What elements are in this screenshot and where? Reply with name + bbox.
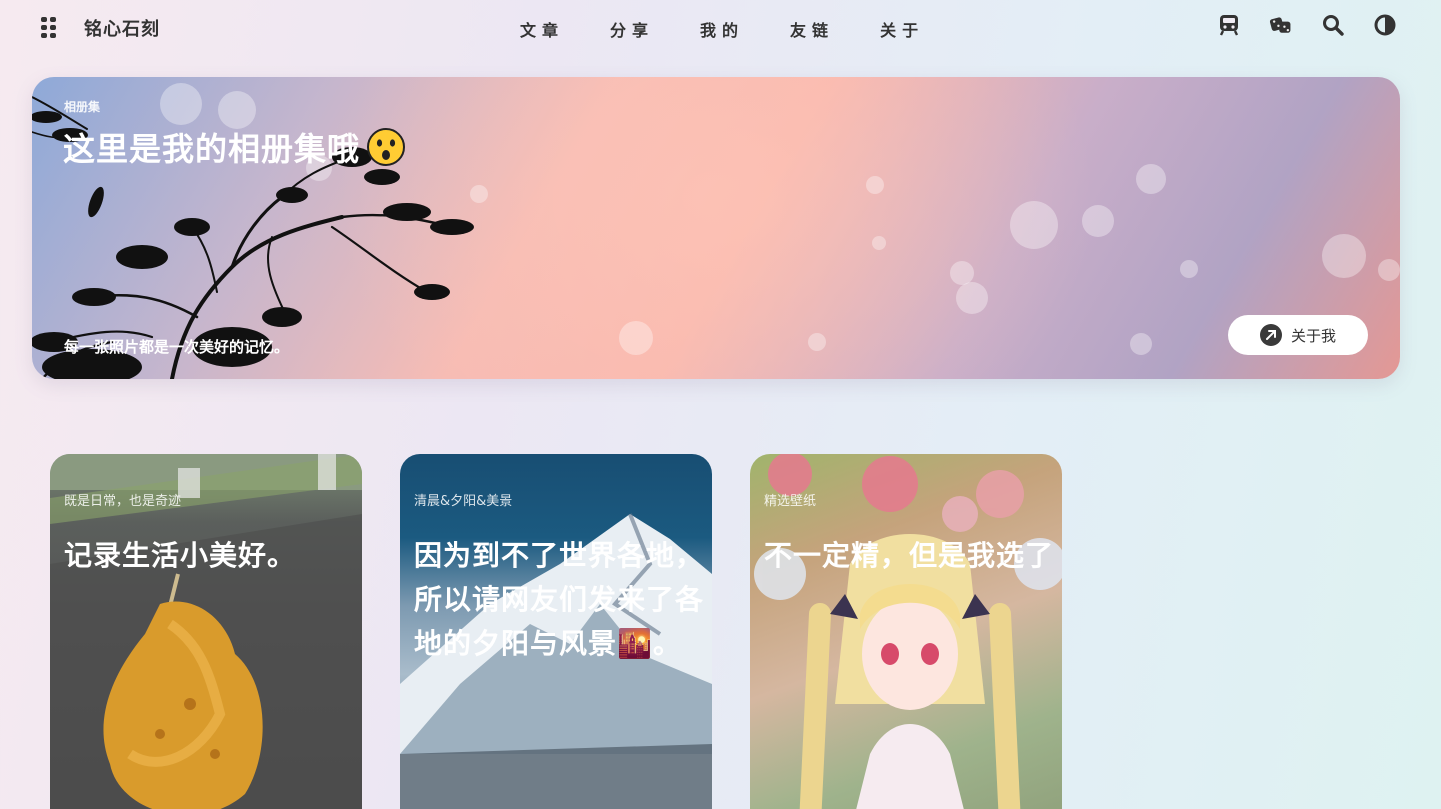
banner-tag: 相册集: [64, 100, 101, 114]
bokeh-decoration: [1322, 234, 1366, 278]
album-card-scenery[interactable]: 清晨&夕阳&美景 因为到不了世界各地，所以请网友们发来了各地的夕阳与风景🌇。: [400, 454, 712, 809]
card-title: 因为到不了世界各地，所以请网友们发来了各地的夕阳与风景🌇。: [414, 539, 705, 660]
app-menu-icon[interactable]: [41, 17, 56, 38]
nav-item-friends[interactable]: 友链: [790, 17, 834, 41]
astonished-face-emoji-icon: [366, 127, 406, 167]
bokeh-decoration: [956, 282, 988, 314]
bokeh-decoration: [866, 176, 884, 194]
bokeh-decoration: [808, 333, 826, 351]
album-banner: 相册集 这里是我的相册集哦 每一张照片都是一次美好的记忆。 关于我: [32, 77, 1400, 379]
arrow-up-right-icon: [1259, 324, 1282, 346]
bokeh-decoration: [1180, 260, 1198, 278]
card-tag: 精选壁纸: [764, 494, 817, 509]
about-me-button[interactable]: 关于我: [1228, 315, 1368, 355]
album-card-wallpaper[interactable]: 精选壁纸 不一定精，但是我选了: [750, 454, 1062, 809]
card-title: 不一定精，但是我选了: [764, 539, 1055, 572]
nav-item-share[interactable]: 分享: [610, 17, 654, 41]
nav-item-articles[interactable]: 文章: [520, 17, 564, 41]
search-icon[interactable]: [1321, 13, 1345, 37]
banner-title-text: 这里是我的相册集哦: [63, 130, 361, 168]
card-tag: 清晨&夕阳&美景: [414, 494, 513, 509]
card-tag: 既是日常，也是奇迹: [64, 494, 182, 509]
tree-silhouette: [32, 96, 474, 379]
nav-item-mine[interactable]: 我的: [700, 17, 744, 41]
banner-description: 每一张照片都是一次美好的记忆。: [64, 338, 290, 356]
card-title: 记录生活小美好。: [64, 539, 297, 572]
bokeh-decoration: [1010, 201, 1058, 249]
about-me-label: 关于我: [1290, 326, 1336, 345]
bokeh-decoration: [1130, 333, 1152, 355]
bokeh-decoration: [1378, 259, 1400, 281]
train-icon[interactable]: [1217, 13, 1241, 37]
banner-title: 这里是我的相册集哦: [63, 124, 406, 170]
theme-toggle-icon[interactable]: [1373, 13, 1397, 37]
site-brand[interactable]: 铭心石刻: [84, 15, 160, 41]
main-nav: 文章 分享 我的 友链 关于: [520, 17, 970, 41]
bokeh-decoration: [1082, 205, 1114, 237]
nav-item-about[interactable]: 关于: [880, 17, 924, 41]
nav-actions: [1189, 13, 1397, 37]
dice-icon[interactable]: [1269, 13, 1293, 37]
bokeh-decoration: [1136, 164, 1166, 194]
bokeh-decoration: [619, 321, 653, 355]
bokeh-decoration: [872, 236, 886, 250]
album-card-daily[interactable]: 既是日常，也是奇迹 记录生活小美好。: [50, 454, 362, 809]
top-nav: 铭心石刻 文章 分享 我的 友链 关于: [0, 0, 1441, 56]
